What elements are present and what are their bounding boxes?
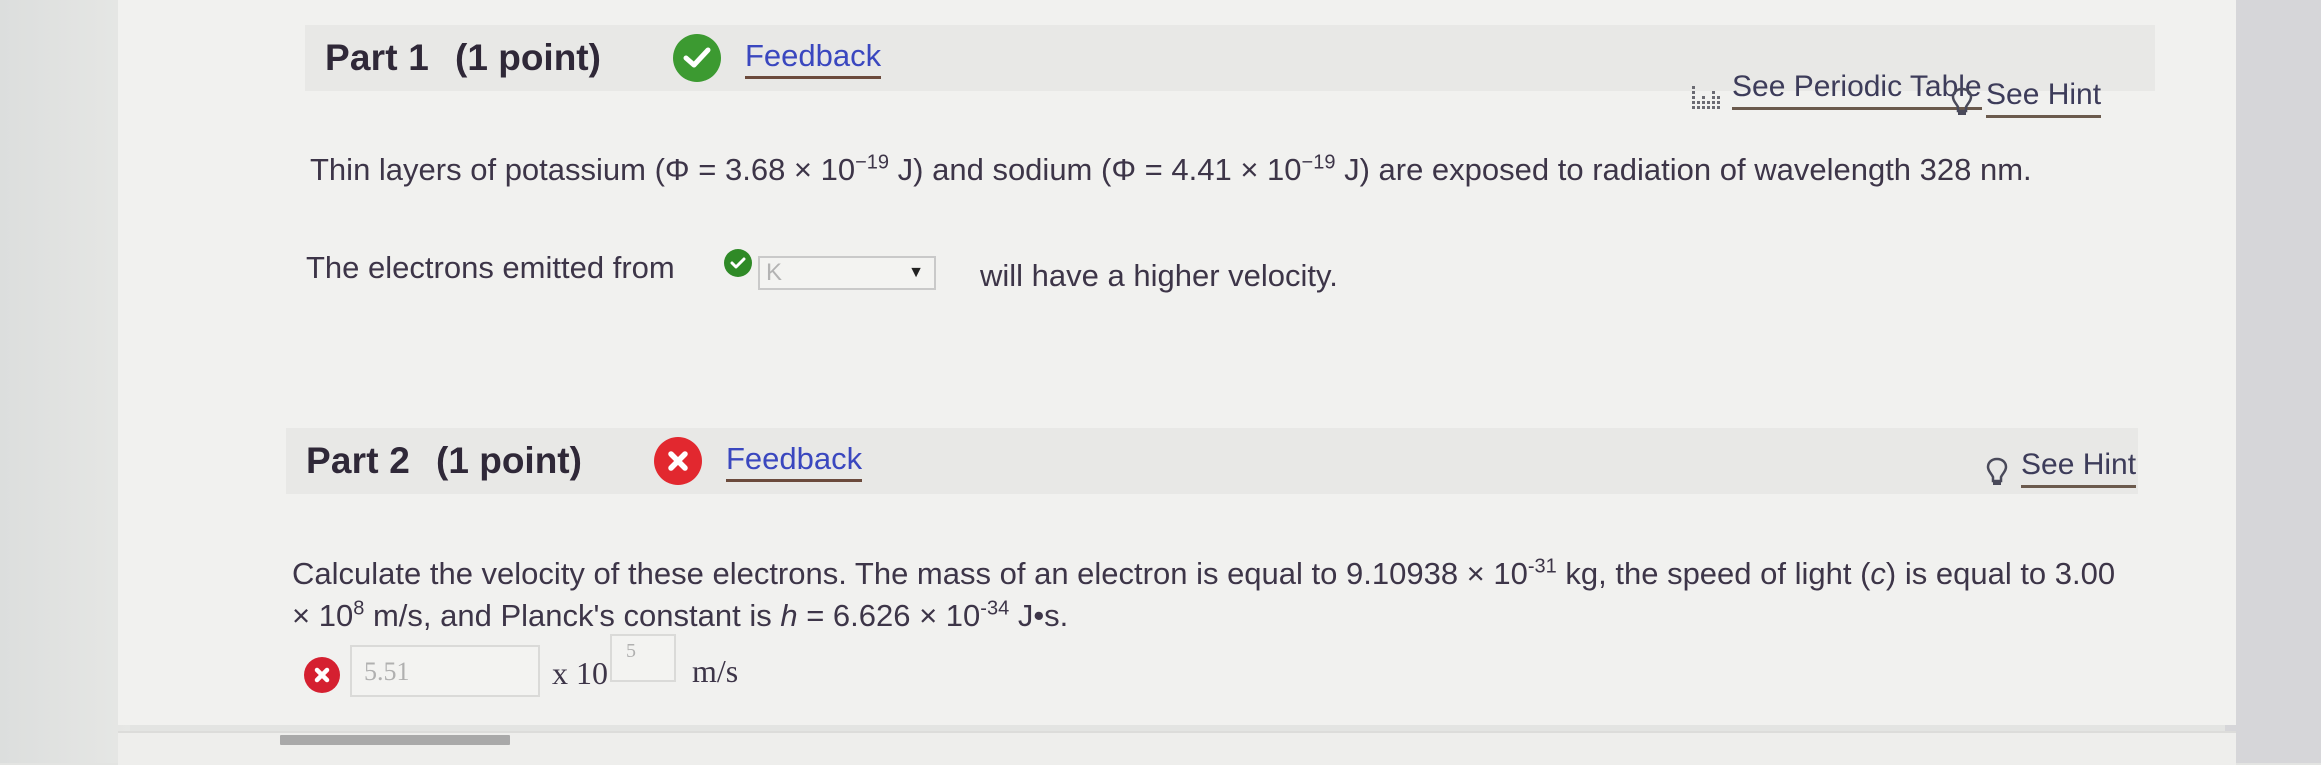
- part2-feedback-link[interactable]: Feedback: [725, 441, 863, 482]
- background-left: [0, 0, 130, 763]
- part1-sentence-after: will have a higher velocity.: [980, 258, 1338, 293]
- planck-exponent: -34: [980, 597, 1010, 620]
- horizontal-scrollbar-thumb[interactable]: [280, 735, 510, 745]
- see-periodic-table-link[interactable]: See Periodic Table: [1690, 70, 1982, 110]
- part1-title: Part 1: [325, 37, 430, 78]
- part2-question-line2: × 108 m/s, and Planck's constant is h = …: [292, 598, 1068, 634]
- chevron-down-icon: ▼: [908, 264, 924, 281]
- question-part-a: Thin layers of potassium (Φ = 3.68 × 10: [310, 152, 856, 187]
- potassium-exponent: −19: [855, 151, 890, 174]
- background-right: [2225, 0, 2321, 763]
- question-part-c: J) are exposed to radiation of wavelengt…: [1335, 152, 2032, 187]
- question-part-b: J) and sodium (Φ = 4.41 × 10: [889, 152, 1302, 187]
- part1-feedback-link[interactable]: Feedback: [744, 38, 882, 79]
- periodic-table-icon: [1690, 84, 1720, 110]
- dropdown-correct-icon: [724, 249, 752, 277]
- line2-text-c: = 6.626 × 10: [797, 598, 981, 633]
- part1-points: (1 point): [455, 37, 601, 78]
- speed-exponent: 8: [353, 597, 365, 620]
- sodium-exponent: −19: [1301, 151, 1336, 174]
- lightbulb-icon: [1985, 456, 2009, 488]
- speed-of-light-symbol: c: [1870, 556, 1886, 591]
- line2-text-b: m/s, and Planck's constant is: [364, 598, 781, 633]
- velocity-mantissa-value: 5.51: [364, 657, 410, 686]
- velocity-exponent-value: 5: [626, 640, 636, 662]
- check-circle-icon: [672, 34, 721, 82]
- part2-question-line1: Calculate the velocity of these electron…: [292, 556, 2115, 592]
- line1-text-c: ) is equal to 3.00: [1885, 556, 2116, 591]
- part2-see-hint-link[interactable]: See Hint: [1985, 448, 2137, 488]
- part1-sentence-before: The electrons emitted from: [306, 250, 675, 285]
- line1-text-a: Calculate the velocity of these electron…: [292, 556, 1528, 591]
- see-periodic-table-label: See Periodic Table: [1732, 70, 1982, 110]
- lightbulb-icon: [1950, 86, 1974, 118]
- times-ten-label: x 10: [552, 655, 608, 691]
- part2-see-hint-label: See Hint: [2021, 448, 2137, 488]
- part1-question-text: Thin layers of potassium (Φ = 3.68 × 10−…: [310, 152, 2032, 188]
- velocity-unit-label: m/s: [692, 653, 739, 689]
- x-circle-icon: [653, 437, 702, 485]
- part2-header: Part 2 (1 point) Feedback: [286, 428, 2138, 494]
- velocity-mantissa-input[interactable]: 5.51: [350, 645, 540, 697]
- line2-text-d: J•s.: [1009, 598, 1069, 633]
- part2-title: Part 2: [306, 440, 411, 481]
- answer-incorrect-icon: [304, 657, 340, 693]
- electron-mass-exponent: -31: [1527, 555, 1557, 578]
- line1-text-b: kg, the speed of light (: [1556, 556, 1871, 591]
- line2-text-a: × 10: [292, 598, 354, 633]
- planck-symbol: h: [780, 598, 798, 633]
- part1-see-hint-label: See Hint: [1986, 78, 2102, 118]
- part1-see-hint-link[interactable]: See Hint: [1950, 78, 2102, 118]
- part2-points: (1 point): [436, 440, 582, 481]
- element-dropdown[interactable]: K ▼: [758, 256, 936, 290]
- velocity-exponent-input[interactable]: 5: [610, 634, 676, 682]
- element-dropdown-value: K: [766, 259, 783, 286]
